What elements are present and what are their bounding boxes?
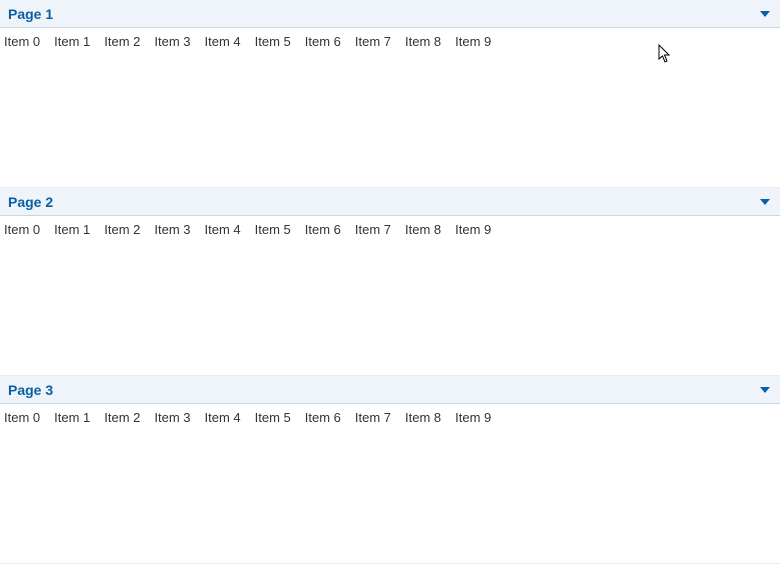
list-item[interactable]: Item 7 (355, 34, 391, 49)
list-item[interactable]: Item 1 (54, 410, 90, 425)
list-item[interactable]: Item 6 (305, 410, 341, 425)
list-item[interactable]: Item 0 (4, 34, 40, 49)
item-row: Item 0 Item 1 Item 2 Item 3 Item 4 Item … (4, 222, 776, 237)
list-item[interactable]: Item 6 (305, 34, 341, 49)
list-item[interactable]: Item 5 (255, 410, 291, 425)
item-row: Item 0 Item 1 Item 2 Item 3 Item 4 Item … (4, 410, 776, 425)
list-item[interactable]: Item 0 (4, 410, 40, 425)
item-row: Item 0 Item 1 Item 2 Item 3 Item 4 Item … (4, 34, 776, 49)
panel-title: Page 1 (8, 6, 53, 22)
accordion-panel-1: Page 1 Item 0 Item 1 Item 2 Item 3 Item … (0, 0, 780, 188)
panel-body-1: Item 0 Item 1 Item 2 Item 3 Item 4 Item … (0, 28, 780, 55)
list-item[interactable]: Item 5 (255, 222, 291, 237)
list-item[interactable]: Item 1 (54, 34, 90, 49)
list-item[interactable]: Item 3 (154, 222, 190, 237)
list-item[interactable]: Item 3 (154, 34, 190, 49)
list-item[interactable]: Item 8 (405, 34, 441, 49)
list-item[interactable]: Item 5 (255, 34, 291, 49)
list-item[interactable]: Item 4 (205, 222, 241, 237)
chevron-down-icon[interactable] (758, 7, 772, 21)
list-item[interactable]: Item 2 (104, 222, 140, 237)
list-item[interactable]: Item 0 (4, 222, 40, 237)
list-item[interactable]: Item 6 (305, 222, 341, 237)
list-item[interactable]: Item 7 (355, 410, 391, 425)
chevron-down-icon[interactable] (758, 383, 772, 397)
list-item[interactable]: Item 2 (104, 34, 140, 49)
list-item[interactable]: Item 9 (455, 410, 491, 425)
list-item[interactable]: Item 8 (405, 222, 441, 237)
chevron-down-icon[interactable] (758, 195, 772, 209)
list-item[interactable]: Item 4 (205, 410, 241, 425)
panel-header-2[interactable]: Page 2 (0, 188, 780, 216)
list-item[interactable]: Item 4 (205, 34, 241, 49)
panel-header-1[interactable]: Page 1 (0, 0, 780, 28)
panel-body-2: Item 0 Item 1 Item 2 Item 3 Item 4 Item … (0, 216, 780, 243)
list-item[interactable]: Item 1 (54, 222, 90, 237)
list-item[interactable]: Item 8 (405, 410, 441, 425)
accordion-panel-3: Page 3 Item 0 Item 1 Item 2 Item 3 Item … (0, 376, 780, 564)
panel-title: Page 2 (8, 194, 53, 210)
panel-title: Page 3 (8, 382, 53, 398)
list-item[interactable]: Item 3 (154, 410, 190, 425)
list-item[interactable]: Item 9 (455, 34, 491, 49)
list-item[interactable]: Item 9 (455, 222, 491, 237)
list-item[interactable]: Item 7 (355, 222, 391, 237)
panel-body-3: Item 0 Item 1 Item 2 Item 3 Item 4 Item … (0, 404, 780, 431)
list-item[interactable]: Item 2 (104, 410, 140, 425)
panel-header-3[interactable]: Page 3 (0, 376, 780, 404)
accordion-panel-2: Page 2 Item 0 Item 1 Item 2 Item 3 Item … (0, 188, 780, 376)
